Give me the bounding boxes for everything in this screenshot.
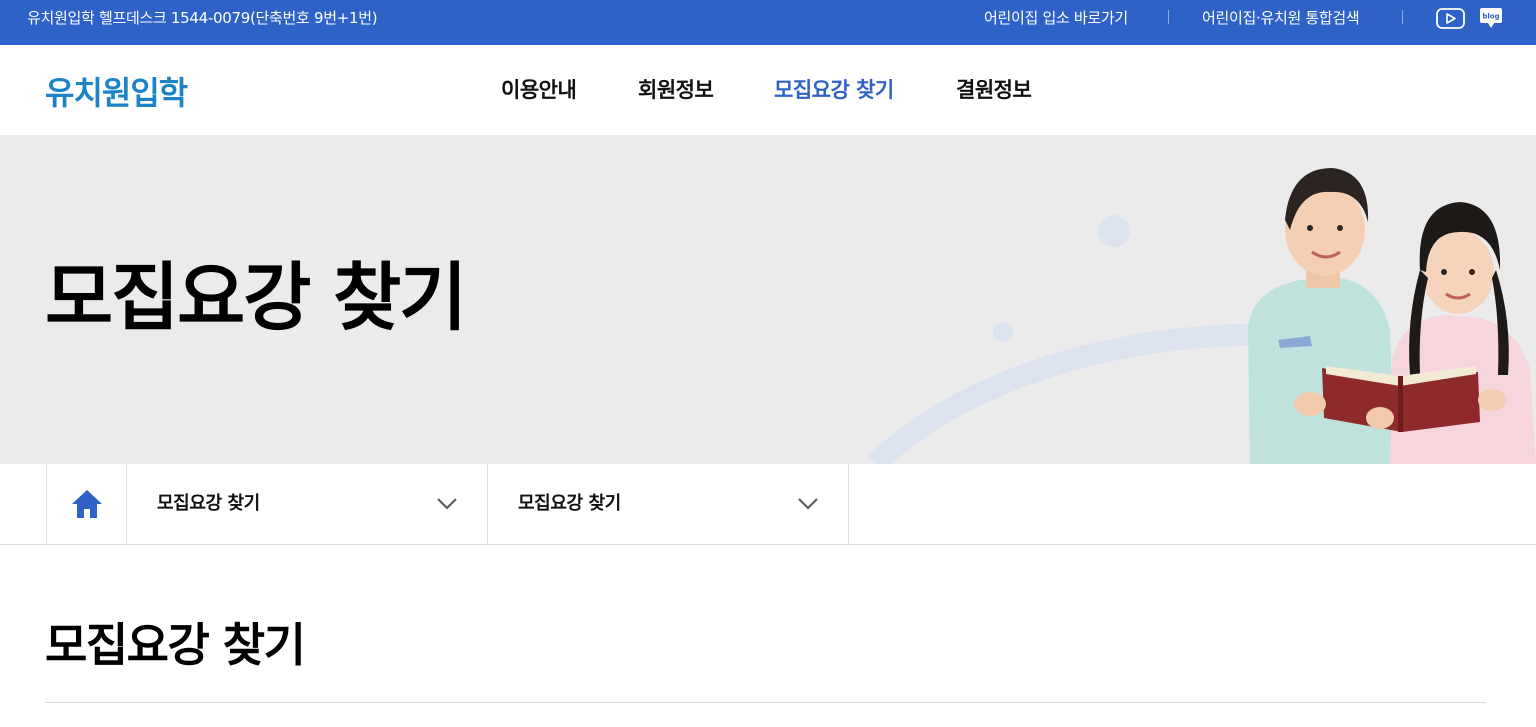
divider <box>1402 10 1403 24</box>
hero-title: 모집요강 찾기 <box>45 255 467 341</box>
chevron-down-icon <box>437 498 457 510</box>
blog-icon[interactable]: blog <box>1479 7 1503 30</box>
top-utility-bar: 유치원입학 헬프데스크 1544-0079(단축번호 9번+1번) 어린이집 입… <box>0 0 1536 45</box>
breadcrumb-level2-label: 모집요강 찾기 <box>518 493 621 514</box>
divider <box>1168 10 1169 24</box>
nav-recruitment-search[interactable]: 모집요강 찾기 <box>774 45 894 135</box>
children-reading-illustration <box>1248 168 1536 464</box>
breadcrumb-level1-dropdown[interactable]: 모집요강 찾기 <box>127 464 488 544</box>
nav-usage-guide[interactable]: 이용안내 <box>501 45 577 135</box>
nav-vacancy-info[interactable]: 결원정보 <box>956 45 1032 135</box>
page-title: 모집요강 찾기 <box>45 618 306 672</box>
home-icon <box>72 490 102 518</box>
youtube-icon[interactable] <box>1436 8 1465 29</box>
integrated-search-link[interactable]: 어린이집·유치원 통합검색 <box>1202 0 1360 37</box>
breadcrumb-level1-label: 모집요강 찾기 <box>157 493 260 514</box>
breadcrumb-level2-dropdown[interactable]: 모집요강 찾기 <box>488 464 849 544</box>
location-bar: 모집요강 찾기 모집요강 찾기 <box>0 464 1536 545</box>
helpdesk-info: 유치원입학 헬프데스크 1544-0079(단축번호 9번+1번) <box>27 9 378 27</box>
blog-icon-text: blog <box>1482 13 1499 21</box>
nav-member-info[interactable]: 회원정보 <box>638 45 714 135</box>
home-button[interactable] <box>46 464 127 544</box>
site-logo[interactable]: 유치원입학 <box>45 68 188 114</box>
title-divider <box>45 702 1486 703</box>
site-header: 유치원입학 이용안내 회원정보 모집요강 찾기 결원정보 <box>0 45 1536 135</box>
chevron-down-icon <box>798 498 818 510</box>
hero-banner: 모집요강 찾기 <box>0 135 1536 464</box>
daycare-admission-link[interactable]: 어린이집 입소 바로가기 <box>984 0 1128 37</box>
